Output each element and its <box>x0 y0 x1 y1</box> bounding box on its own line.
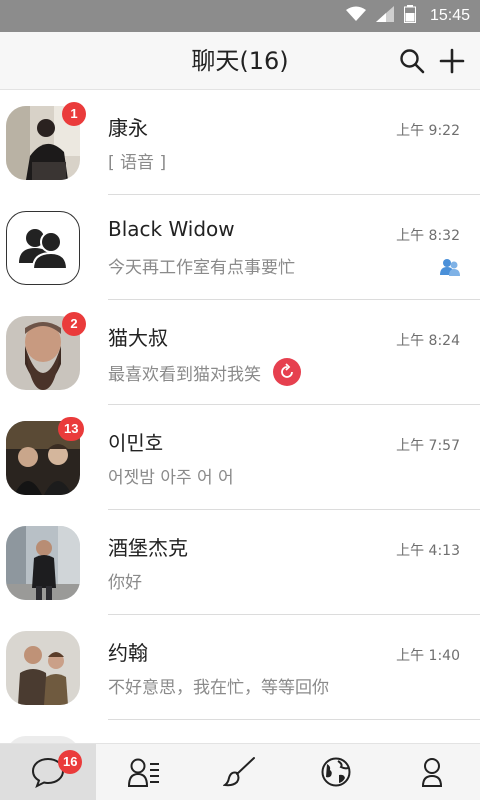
tab-badge: 16 <box>58 750 83 774</box>
unread-badge: 13 <box>58 417 85 441</box>
chat-preview-text: 不好意思，我在忙，等等回你 <box>108 678 329 698</box>
contacts-icon <box>127 758 159 787</box>
chat-preview-text: 어젯밤 아주 어 어 <box>108 468 234 488</box>
chat-row[interactable]: 13 이민호 上午 7:57 어젯밤 아주 어 어 <box>0 405 480 510</box>
chat-name: 康永 <box>108 116 148 140</box>
status-bar: 15:45 <box>0 0 480 32</box>
chat-name: Black Widow <box>108 217 235 241</box>
chat-preview-text: 你好 <box>108 573 142 593</box>
group-chat-icon <box>440 257 460 281</box>
chat-list[interactable]: 1 康永 上午 9:22 [ 语音 ] Black Widow 上午 8:32 … <box>0 90 480 743</box>
chat-preview-text: 最喜欢看到猫对我笑 <box>108 364 261 385</box>
chat-preview: 不好意思，我在忙，等等回你 <box>108 673 329 698</box>
app-header: 聊天(16) <box>0 32 480 90</box>
chat-time: 上午 7:57 <box>396 438 460 454</box>
search-button[interactable] <box>396 45 428 77</box>
chat-row[interactable]: Black Widow 上午 8:32 今天再工作室有点事要忙 <box>0 195 480 300</box>
chat-name: 이민호 <box>108 431 164 455</box>
avatar[interactable] <box>6 631 80 705</box>
chat-name: 猫大叔 <box>108 326 168 350</box>
chat-preview-text: [ 语音 ] <box>108 153 167 173</box>
tab-brush[interactable] <box>192 744 288 800</box>
chat-row[interactable] <box>0 720 480 743</box>
chat-name: 酒堡杰克 <box>108 536 188 560</box>
tab-chats[interactable]: 16 <box>0 744 96 800</box>
avatar[interactable] <box>6 736 80 743</box>
chat-time: 上午 1:40 <box>396 648 460 664</box>
chat-row[interactable]: 酒堡杰克 上午 4:13 你好 <box>0 510 480 615</box>
avatar[interactable] <box>6 526 80 600</box>
chat-time: 上午 8:32 <box>396 228 460 244</box>
wifi-icon <box>345 6 366 26</box>
chat-time: 上午 8:24 <box>396 333 460 349</box>
unread-badge: 2 <box>62 312 86 336</box>
resend-button[interactable] <box>273 358 301 386</box>
group-icon <box>19 229 68 269</box>
add-button[interactable] <box>436 45 468 77</box>
avatar[interactable] <box>6 211 80 285</box>
battery-icon <box>403 5 416 27</box>
signal-icon <box>375 6 394 26</box>
plus-icon <box>439 48 465 74</box>
chat-row[interactable]: 2 猫大叔 上午 8:24 最喜欢看到猫对我笑 <box>0 300 480 405</box>
chat-preview: 今天再工作室有点事要忙 <box>108 253 295 278</box>
tab-discover[interactable] <box>288 744 384 800</box>
tab-profile[interactable] <box>384 744 480 800</box>
search-icon <box>400 49 425 74</box>
profile-icon <box>421 758 443 787</box>
status-icons: 15:45 <box>345 0 470 32</box>
chat-preview: 你好 <box>108 568 142 593</box>
unread-badge: 1 <box>62 102 86 126</box>
chat-row[interactable]: 1 康永 上午 9:22 [ 语音 ] <box>0 90 480 195</box>
tab-bar: 16 <box>0 743 480 800</box>
status-time: 15:45 <box>429 7 470 24</box>
chat-row[interactable]: 约翰 上午 1:40 不好意思，我在忙，等等回你 <box>0 615 480 720</box>
tab-contacts[interactable] <box>96 744 192 800</box>
chat-preview-text: 今天再工作室有点事要忙 <box>108 258 295 278</box>
chat-preview: 어젯밤 아주 어 어 <box>108 463 234 488</box>
chat-preview: [ 语音 ] <box>108 148 166 173</box>
chat-preview: 最喜欢看到猫对我笑 <box>108 358 301 386</box>
brush-icon <box>223 757 255 787</box>
chat-time: 上午 9:22 <box>396 123 460 139</box>
chat-name: 约翰 <box>108 641 148 665</box>
globe-icon <box>321 757 351 787</box>
refresh-icon <box>281 363 293 378</box>
chat-time: 上午 4:13 <box>396 543 460 559</box>
